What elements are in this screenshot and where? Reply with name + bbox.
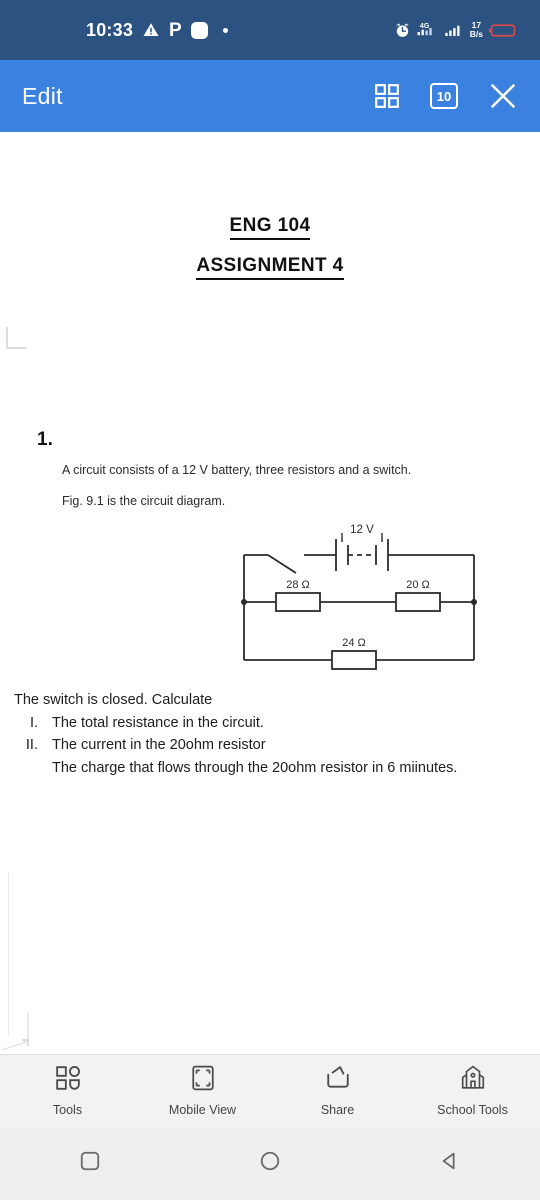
status-bar-right: 4G 17 B/s bbox=[394, 21, 526, 40]
resistor-label-20: 20 Ω bbox=[406, 579, 430, 591]
junction-dot-right bbox=[471, 599, 477, 605]
data-rate-indicator: 17 B/s bbox=[470, 21, 483, 39]
task-list: The switch is closed. Calculate I. The t… bbox=[14, 690, 534, 779]
resistor-box-20 bbox=[395, 592, 441, 612]
resistor-box-24 bbox=[331, 650, 377, 670]
tab-count-button[interactable]: 10 bbox=[430, 83, 458, 109]
recents-square-icon bbox=[79, 1150, 101, 1177]
task-item: II. The current in the 20ohm resistor bbox=[14, 734, 534, 756]
status-bar: 10:33 P 4G 17 B/s bbox=[0, 0, 540, 60]
document-page[interactable]: ENG 104 ASSIGNMENT 4 1. A circuit consis… bbox=[0, 132, 540, 1127]
toolbar-item-mobile-view[interactable]: Mobile View bbox=[135, 1065, 270, 1117]
task-item-text: The current in the 20ohm resistor bbox=[52, 737, 266, 754]
android-nav-bar bbox=[0, 1127, 540, 1200]
toolbar-item-school-tools[interactable]: School Tools bbox=[405, 1065, 540, 1117]
dot-icon bbox=[222, 27, 228, 33]
document-subtitle: ASSIGNMENT 4 bbox=[196, 255, 344, 280]
task-item: I. The total resistance in the circuit. bbox=[14, 712, 534, 734]
battery-low-icon bbox=[488, 22, 518, 39]
task-item-numeral: I. bbox=[29, 714, 38, 731]
app-bar: Edit 10 bbox=[0, 60, 540, 132]
page-curl-icon bbox=[1, 1012, 29, 1051]
document-title: ENG 104 bbox=[229, 215, 311, 240]
resistor-label-24: 24 Ω bbox=[342, 637, 366, 649]
grid-view-icon[interactable] bbox=[374, 83, 400, 109]
toolbar-item-share[interactable]: Share bbox=[270, 1065, 405, 1117]
intro-line-1: A circuit consists of a 12 V battery, th… bbox=[62, 463, 412, 477]
page-corner-mark bbox=[6, 327, 26, 349]
tab-count-label: 10 bbox=[436, 88, 452, 104]
task-item-numeral bbox=[14, 757, 52, 779]
bottom-toolbar: Tools Mobile View Share School Tools bbox=[0, 1054, 540, 1127]
close-icon[interactable] bbox=[488, 81, 518, 111]
warning-triangle-icon bbox=[142, 21, 160, 39]
rounded-square-icon bbox=[190, 21, 208, 39]
circuit-diagram: 28 Ω 20 Ω 24 Ω 12 V bbox=[228, 520, 488, 685]
toolbar-label-tools: Tools bbox=[52, 1103, 83, 1117]
school-building-icon bbox=[460, 1065, 486, 1096]
mobile-view-frame-icon bbox=[190, 1065, 216, 1096]
task-prompt: The switch is closed. Calculate bbox=[14, 692, 213, 708]
recents-button[interactable] bbox=[0, 1150, 180, 1177]
junction-dot-left bbox=[241, 599, 247, 605]
tools-grid-icon bbox=[55, 1065, 81, 1096]
task-item-numeral: II. bbox=[25, 737, 38, 754]
toolbar-label-mobile-view: Mobile View bbox=[168, 1103, 237, 1117]
intro-line-2: Fig. 9.1 is the circuit diagram. bbox=[62, 493, 226, 508]
parking-p-icon: P bbox=[169, 19, 182, 41]
home-circle-icon bbox=[259, 1150, 281, 1177]
battery-voltage-label: 12 V bbox=[350, 524, 374, 536]
status-bar-left: 10:33 P bbox=[14, 20, 228, 41]
task-item-text: The charge that flows through the 20ohm … bbox=[52, 759, 458, 776]
toolbar-label-school-tools: School Tools bbox=[437, 1103, 508, 1117]
question-number: 1. bbox=[37, 429, 53, 450]
home-button[interactable] bbox=[180, 1150, 360, 1177]
signal-bars-icon bbox=[443, 21, 465, 40]
resistor-label-28: 28 Ω bbox=[286, 579, 310, 591]
app-bar-actions: 10 bbox=[374, 81, 518, 111]
share-arrow-icon bbox=[325, 1065, 351, 1096]
task-item: The charge that flows through the 20ohm … bbox=[14, 757, 534, 779]
question-intro: A circuit consists of a 12 V battery, th… bbox=[62, 462, 522, 510]
toolbar-item-tools[interactable]: Tools bbox=[0, 1065, 135, 1117]
network-type-label: 4G bbox=[420, 23, 430, 30]
back-button[interactable] bbox=[360, 1150, 540, 1177]
data-rate-unit: B/s bbox=[469, 29, 483, 39]
task-item-text: The total resistance in the circuit. bbox=[52, 714, 264, 731]
back-triangle-icon bbox=[439, 1150, 461, 1177]
page-title: Edit bbox=[22, 82, 63, 109]
status-time: 10:33 bbox=[86, 19, 134, 40]
document-heading: ENG 104 ASSIGNMENT 4 bbox=[0, 132, 540, 280]
toolbar-label-share: Share bbox=[320, 1103, 355, 1117]
resistor-box-28 bbox=[275, 592, 321, 612]
alarm-clock-icon bbox=[394, 22, 411, 39]
signal-4g-icon: 4G bbox=[416, 21, 438, 40]
